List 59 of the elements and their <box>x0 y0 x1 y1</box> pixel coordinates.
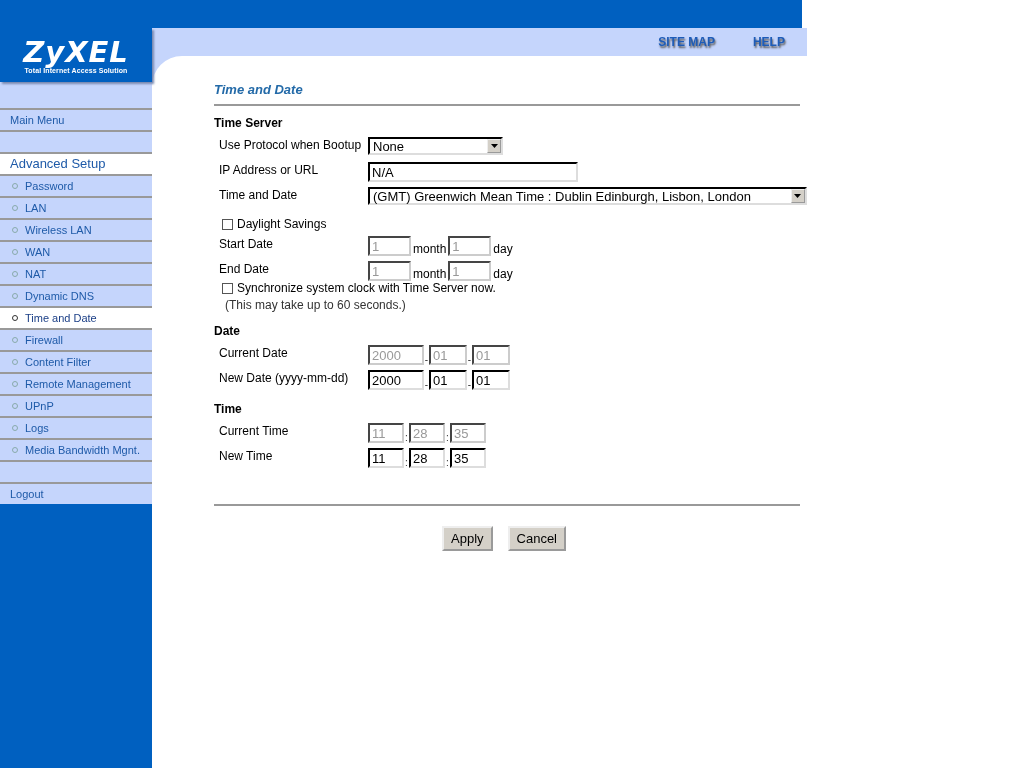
action-button[interactable]: Cancel <box>507 526 566 551</box>
sidebar-item[interactable]: UPnP <box>0 394 152 416</box>
sidebar-item[interactable]: Wireless LAN <box>0 218 152 240</box>
field-label: IP Address or URL <box>218 163 320 179</box>
sidebar-item[interactable]: Logs <box>0 416 152 438</box>
sidebar-item[interactable]: LAN <box>0 196 152 218</box>
separator-text: - <box>424 354 429 365</box>
page-title: Time and Date <box>214 82 304 99</box>
unit-label: day <box>492 267 514 281</box>
field-label: New Time <box>218 449 274 465</box>
field-label: New Date (yyyy-mm-dd) <box>218 371 350 387</box>
sidebar-item[interactable]: Content Filter <box>0 350 152 372</box>
dropdown[interactable]: None <box>368 137 503 155</box>
dropdown[interactable]: (GMT) Greenwich Mean Time : Dublin Edinburgh, Lisbon, London <box>368 187 807 205</box>
field-label: Use Protocol when Bootup <box>218 138 363 154</box>
sidebar-link[interactable]: Main Menu <box>0 108 152 130</box>
checkbox[interactable] <box>222 218 233 230</box>
section-heading: Time <box>214 402 243 418</box>
sidebar-link[interactable]: Logout <box>0 482 152 504</box>
separator-text: : <box>445 457 450 468</box>
sidebar-item[interactable]: Media Bandwidth Mgnt. <box>0 438 152 460</box>
separator-text: : <box>404 457 409 468</box>
input-field[interactable]: 2000 <box>368 370 424 390</box>
section-heading: Date <box>214 324 241 340</box>
header-link[interactable]: SITE MAP <box>658 35 715 49</box>
input-field[interactable]: 01 <box>429 370 467 390</box>
separator-text: - <box>467 354 472 365</box>
input-field[interactable]: 35 <box>450 448 486 468</box>
sidebar-item[interactable]: WAN <box>0 240 152 262</box>
hint-text: (This may take up to 60 seconds.) <box>224 297 407 312</box>
brand-logo: ZyXEL <box>23 36 129 67</box>
action-button[interactable]: Apply <box>442 526 493 551</box>
unit-label: day <box>492 242 514 256</box>
separator-text: - <box>467 379 472 390</box>
section-heading: Time Server <box>214 116 284 132</box>
field-label: Current Time <box>218 424 290 440</box>
checkbox-label: Synchronize system clock with Time Server now. <box>237 281 496 295</box>
input-field[interactable]: 28 <box>409 448 445 468</box>
sidebar-item[interactable]: NAT <box>0 262 152 284</box>
sidebar-section[interactable]: Advanced Setup <box>0 152 152 174</box>
input-field[interactable]: N/A <box>368 162 578 182</box>
field-label: Start Date <box>218 237 275 253</box>
checkbox-label: Daylight Savings <box>237 217 327 231</box>
field-label: Time and Date <box>218 188 299 204</box>
separator-text: - <box>424 379 429 390</box>
sidebar-item[interactable]: Password <box>0 174 152 196</box>
sidebar-item[interactable]: Remote Management <box>0 372 152 394</box>
field-label: End Date <box>218 262 271 278</box>
checkbox[interactable] <box>222 282 233 294</box>
field-label: Current Date <box>218 346 289 362</box>
input-field[interactable]: 01 <box>472 370 510 390</box>
separator-text: : <box>445 432 450 443</box>
header-link[interactable]: HELP <box>752 35 785 49</box>
separator-text: : <box>404 432 409 443</box>
unit-label: month <box>412 242 448 256</box>
sidebar-item[interactable]: Firewall <box>0 328 152 350</box>
unit-label: month <box>412 267 448 281</box>
sidebar-item[interactable]: Dynamic DNS <box>0 284 152 306</box>
input-field[interactable]: 11 <box>368 448 404 468</box>
